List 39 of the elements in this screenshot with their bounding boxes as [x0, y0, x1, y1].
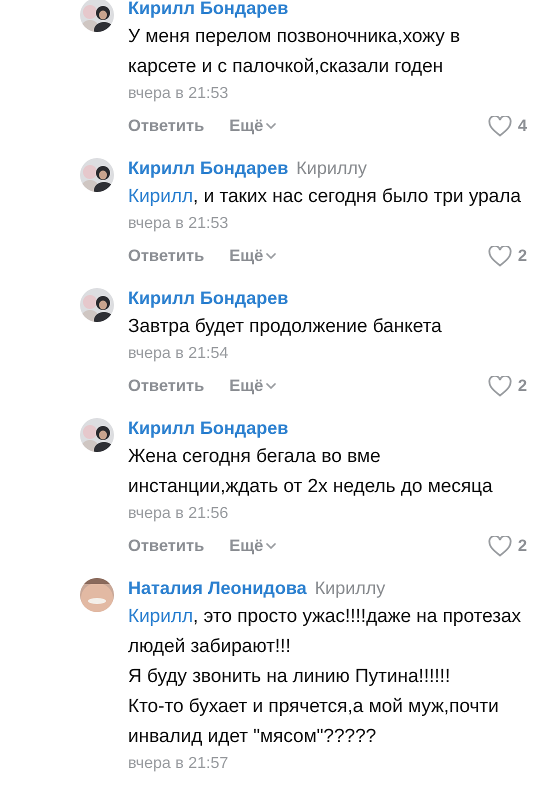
chevron-down-icon: [266, 253, 276, 259]
reply-to-label[interactable]: Кириллу: [296, 154, 367, 182]
comment-text: Кирилл, это просто ужас!!!!даже на протезах людей забирают!!! Я буду звонить на линию Путина!!!!!! Кто-то бухает и прячется,а мой муж,почти инвалид идет "мясом"?????: [128, 605, 522, 749]
comment-text: Жена сегодня бегала во вме инстанции,ждать от 2х недель до месяца: [128, 445, 494, 499]
heart-icon: [488, 376, 512, 396]
reply-button[interactable]: Ответить: [128, 116, 204, 136]
timestamp: вчера в 21:57: [128, 754, 230, 774]
like-button[interactable]: 2: [488, 376, 527, 396]
like-button[interactable]: 2: [488, 536, 527, 556]
heart-icon: [488, 116, 512, 136]
timestamp: вчера в 21:56: [128, 504, 230, 524]
timestamp: вчера в 21:53: [128, 214, 230, 234]
comment-text: У меня перелом позвоночника,хожу в карсете и с палочкой,сказали годен: [128, 25, 462, 79]
like-button[interactable]: 2: [488, 246, 527, 266]
reply-button[interactable]: Ответить: [128, 376, 204, 396]
heart-icon: [488, 246, 512, 266]
more-button[interactable]: Ещё: [229, 116, 276, 136]
reply-button[interactable]: Ответить: [128, 536, 204, 556]
timestamp: вчера в 21:53: [128, 84, 230, 104]
heart-icon: [488, 536, 512, 556]
author-name[interactable]: Кирилл Бондарев: [128, 0, 288, 22]
chevron-down-icon: [266, 543, 276, 549]
comment-text: Кирилл, и таких нас сегодня было три урала: [128, 185, 522, 209]
author-name[interactable]: Наталия Леонидова: [128, 574, 307, 602]
chevron-down-icon: [266, 123, 276, 129]
author-name[interactable]: Кирилл Бондарев: [128, 284, 288, 312]
comment-text: Завтра будет продолжение банкета: [128, 315, 443, 339]
more-button[interactable]: Ещё: [229, 246, 276, 266]
reply-to-label[interactable]: Кириллу: [314, 574, 386, 602]
like-button[interactable]: 4: [488, 116, 527, 136]
more-button[interactable]: Ещё: [229, 376, 276, 396]
more-button[interactable]: Ещё: [229, 536, 276, 556]
author-name[interactable]: Кирилл Бондарев: [128, 154, 288, 182]
mention-link[interactable]: Кирилл: [128, 606, 194, 627]
chevron-down-icon: [266, 383, 276, 389]
author-name[interactable]: Кирилл Бондарев: [128, 414, 288, 442]
reply-button[interactable]: Ответить: [128, 246, 204, 266]
timestamp: вчера в 21:54: [128, 344, 230, 364]
mention-link[interactable]: Кирилл: [128, 186, 194, 207]
